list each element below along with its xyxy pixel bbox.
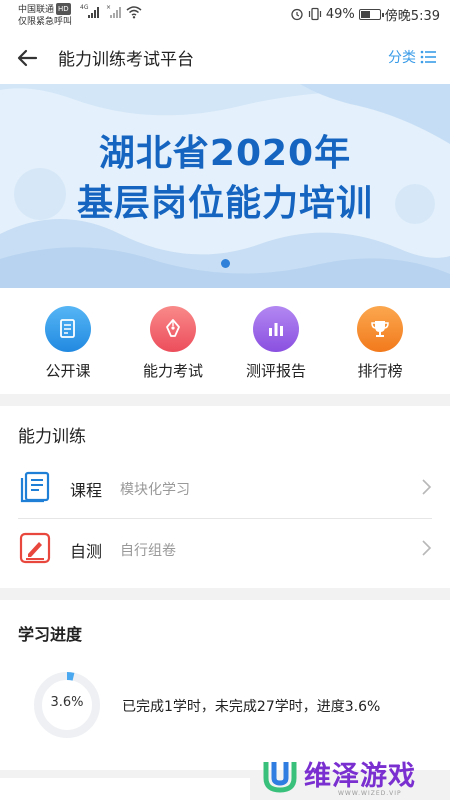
ability-training-card: 能力训练 课程 模块化学习 自测 自行组卷 <box>0 406 450 588</box>
learning-progress-card: 学习进度 3.6% 已完成1学时，未完成27学时，进度3.6% <box>0 600 450 770</box>
battery-percent: 49% <box>325 6 355 22</box>
progress-summary: 已完成1学时，未完成27学时，进度3.6% <box>122 699 381 715</box>
quick-nav-open-course[interactable]: 公开课 <box>18 306 118 381</box>
carrier-name: 中国联通 <box>18 5 55 15</box>
status-right: 49% 傍晚5:39 <box>290 6 440 24</box>
trophy-icon <box>357 306 403 352</box>
pen-icon <box>150 306 196 352</box>
signal-icon-2 <box>110 6 121 18</box>
banner-title-line-2: 基层岗位能力培训 <box>76 183 373 224</box>
training-item-name: 课程 <box>70 481 103 500</box>
arrow-left-icon <box>17 49 38 67</box>
hd-badge: HD <box>56 3 71 15</box>
site-watermark: 维泽游戏 WWW.WIZED.VIP <box>260 752 450 800</box>
banner-title-line-1: 湖北省2020年 <box>98 133 352 174</box>
progress-title: 学习进度 <box>18 625 83 644</box>
battery-icon <box>358 8 384 20</box>
alarm-icon <box>291 8 303 21</box>
quick-nav-leaderboard[interactable]: 排行榜 <box>330 306 430 381</box>
training-item-self-test[interactable]: 自测 自行组卷 <box>18 519 432 579</box>
carousel-indicator-dot[interactable] <box>221 259 230 268</box>
training-item-course[interactable]: 课程 模块化学习 <box>18 458 432 518</box>
section-title: 能力训练 <box>18 427 86 447</box>
quick-nav-label: 测评报告 <box>245 362 306 380</box>
back-button[interactable] <box>14 44 42 72</box>
signal-icon <box>88 6 99 18</box>
quick-nav-ability-exam[interactable]: 能力考试 <box>123 306 223 381</box>
watermark-url: WWW.WIZED.VIP <box>338 790 402 797</box>
quick-nav: 公开课 能力考试 测评报告 排行榜 <box>0 288 450 394</box>
document-icon <box>45 306 91 352</box>
chevron-right-icon <box>422 479 432 495</box>
watermark-logo-icon <box>263 762 297 793</box>
status-bar: 中国联通 HD 仅限紧急呼叫 4G × 49% 傍晚5:39 <box>0 0 450 32</box>
training-item-desc: 模块化学习 <box>120 482 190 498</box>
status-carrier: 中国联通 HD 仅限紧急呼叫 <box>18 3 72 28</box>
chevron-right-icon <box>422 540 432 556</box>
banner-carousel[interactable]: 湖北省2020年 基层岗位能力培训 <box>0 84 450 288</box>
app-header: 能力训练考试平台 分类 <box>0 32 450 84</box>
category-label: 分类 <box>388 50 416 66</box>
watermark-text: 维泽游戏 <box>304 761 416 792</box>
quick-nav-label: 能力考试 <box>142 362 203 380</box>
category-button[interactable]: 分类 <box>388 47 436 67</box>
quick-nav-label: 公开课 <box>45 362 91 380</box>
list-icon <box>420 50 436 64</box>
page-title: 能力训练考试平台 <box>58 50 194 70</box>
bar-chart-icon <box>253 306 299 352</box>
next-card-edge <box>0 778 250 800</box>
training-item-desc: 自行组卷 <box>120 543 176 559</box>
emergency-text: 仅限紧急呼叫 <box>18 17 73 27</box>
quick-nav-assessment-report[interactable]: 测评报告 <box>226 306 326 381</box>
quick-nav-label: 排行榜 <box>357 362 403 380</box>
vibrate-icon <box>308 7 321 21</box>
progress-percent: 3.6% <box>50 695 84 710</box>
self-test-icon <box>19 532 51 564</box>
wifi-icon <box>126 6 142 19</box>
course-book-icon <box>20 471 50 503</box>
clock-time: 傍晚5:39 <box>384 8 440 24</box>
training-item-name: 自测 <box>70 542 103 561</box>
